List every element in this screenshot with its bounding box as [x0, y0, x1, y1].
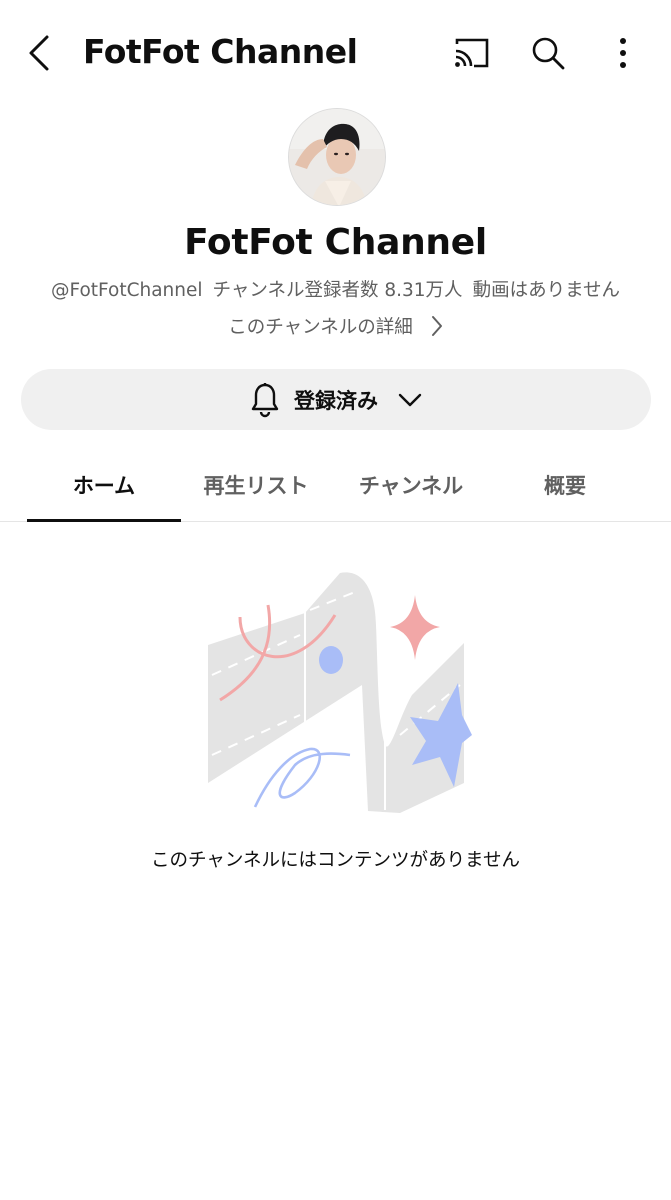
channel-handle: @FotFotChannel — [50, 280, 203, 301]
chevron-down-icon — [398, 393, 422, 406]
cast-button[interactable] — [444, 25, 500, 81]
tab-playlists[interactable]: 再生リスト — [181, 448, 331, 522]
back-icon — [29, 35, 49, 71]
subscribed-button[interactable]: 登録済み — [21, 369, 651, 430]
empty-state-message: このチャンネルにはコンテンツがありません — [151, 850, 520, 871]
cast-icon — [455, 38, 489, 68]
search-icon — [532, 37, 565, 70]
subscriber-count: チャンネル登録者数 8.31万人 — [212, 280, 463, 301]
chevron-right-icon — [431, 315, 443, 337]
top-app-bar: FotFot Channel — [0, 0, 671, 106]
channel-avatar[interactable] — [288, 108, 386, 206]
bell-icon — [251, 382, 279, 417]
channel-meta: @FotFotChannel チャンネル登録者数 8.31万人 動画はありません — [0, 276, 671, 302]
app-bar-title: FotFot Channel — [83, 32, 358, 71]
video-count: 動画はありません — [472, 280, 621, 301]
active-tab-indicator — [27, 519, 181, 522]
channel-name: FotFot Channel — [184, 222, 487, 263]
back-button[interactable] — [12, 25, 68, 81]
search-button[interactable] — [520, 25, 576, 81]
channel-details-label: このチャンネルの詳細 — [228, 317, 413, 338]
more-vert-icon — [620, 38, 626, 68]
subscribed-label: 登録済み — [294, 388, 378, 413]
channel-details-link[interactable]: このチャンネルの詳細 — [0, 313, 671, 339]
empty-state-illustration — [200, 565, 472, 815]
tab-channels[interactable]: チャンネル — [331, 448, 491, 522]
channel-tabs: ホーム 再生リスト チャンネル 概要 — [0, 448, 671, 522]
tab-home[interactable]: ホーム — [27, 448, 181, 522]
more-options-button[interactable] — [595, 25, 651, 81]
tab-about[interactable]: 概要 — [491, 448, 639, 522]
